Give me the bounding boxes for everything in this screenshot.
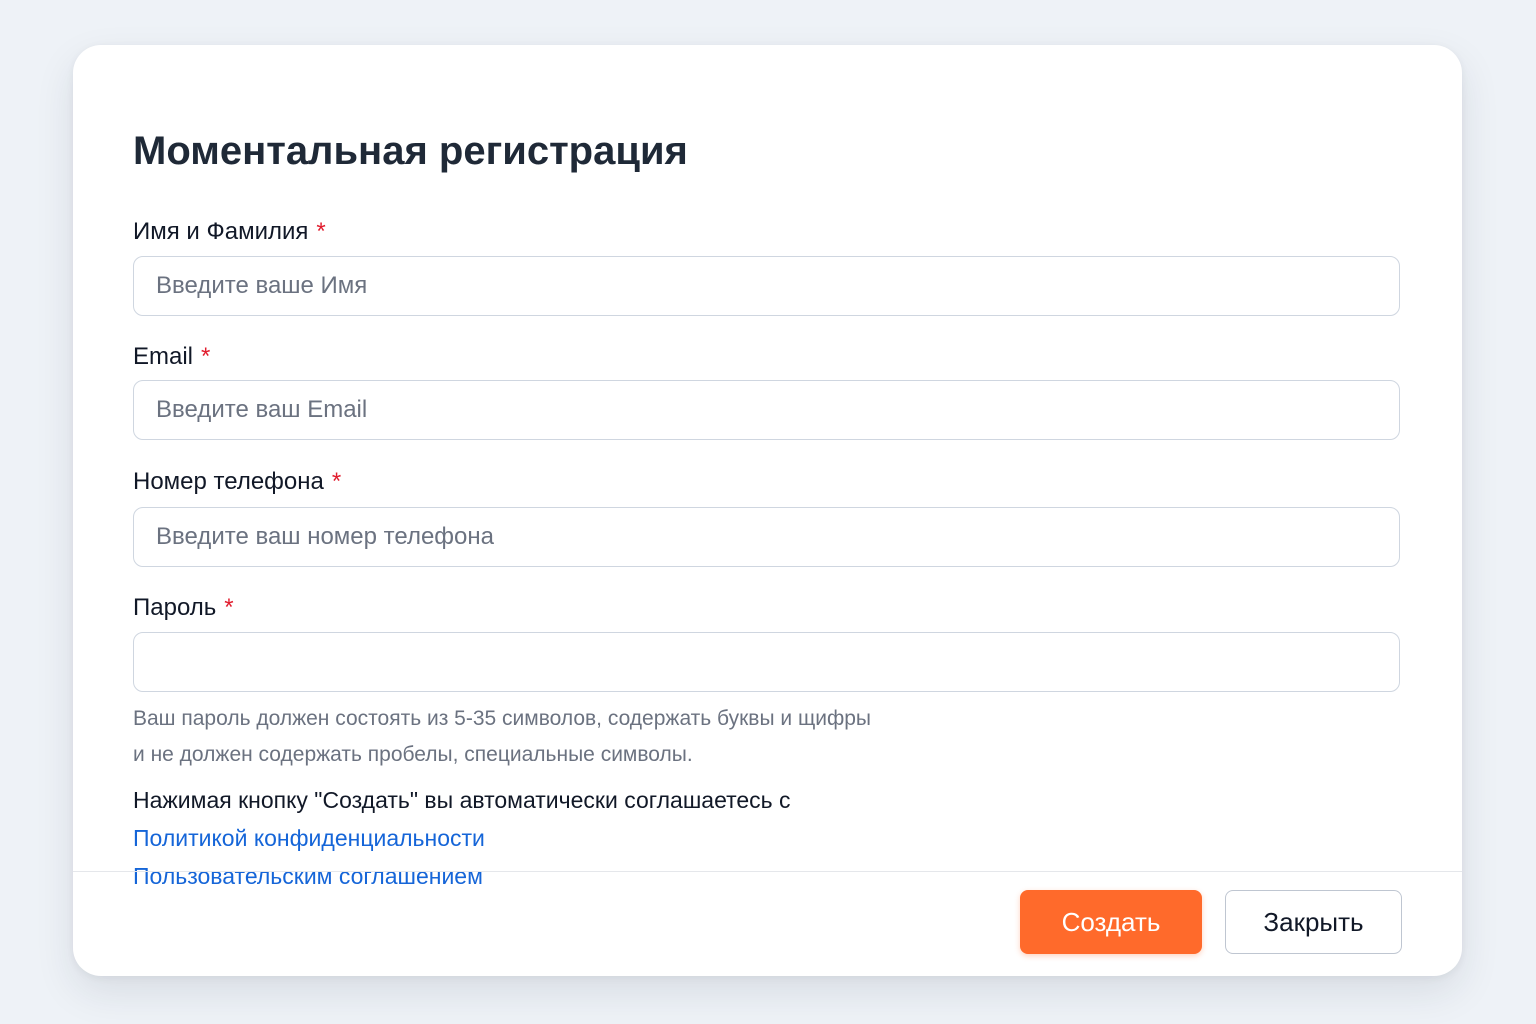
email-input[interactable] [133,380,1400,440]
required-asterisk: * [316,218,326,245]
close-button[interactable]: Закрыть [1225,890,1402,954]
consent-text: Нажимая кнопку "Создать" вы автоматическ… [133,787,791,813]
required-asterisk: * [201,343,211,370]
privacy-policy-link[interactable]: Политикой конфиденциальности [133,819,791,857]
name-label: Имя и Фамилия * [133,217,326,247]
phone-input[interactable] [133,507,1400,567]
create-button[interactable]: Создать [1020,890,1202,954]
password-input[interactable] [133,632,1400,692]
email-label-text: Email [133,343,194,370]
email-label: Email * [133,342,210,372]
footer-divider [73,871,1462,872]
password-label-text: Пароль [133,594,217,621]
phone-label: Номер телефона * [133,467,341,497]
consent-block: Нажимая кнопку "Создать" вы автоматическ… [133,781,791,895]
password-hint-line: Ваш пароль должен состоять из 5-35 симво… [133,707,872,730]
phone-label-text: Номер телефона [133,468,324,495]
user-agreement-link[interactable]: Пользовательским соглашением [133,857,791,895]
registration-modal: Моментальная регистрация Имя и Фамилия * … [73,45,1462,976]
required-asterisk: * [224,594,234,621]
password-label: Пароль * [133,593,234,623]
password-hint: Ваш пароль должен состоять из 5-35 симво… [133,701,1033,773]
modal-title: Моментальная регистрация [133,129,688,173]
name-label-text: Имя и Фамилия [133,218,309,245]
required-asterisk: * [331,468,342,495]
password-hint-line: и не должен содержать пробелы, специальн… [133,743,693,766]
name-input[interactable] [133,256,1400,316]
page-background: Моментальная регистрация Имя и Фамилия * … [0,0,1536,1024]
